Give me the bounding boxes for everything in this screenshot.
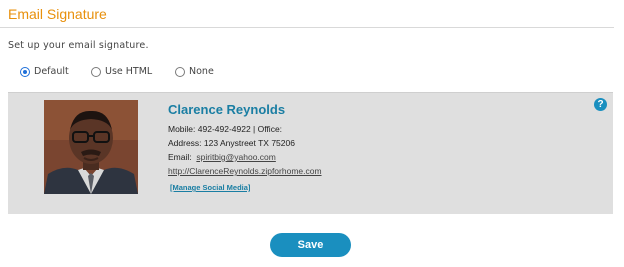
radio-none[interactable]: None [175, 66, 214, 77]
signature-phone: Mobile: 492-492-4922 | Office: [168, 124, 283, 134]
manage-social-media-link[interactable]: [Manage Social Media] [170, 183, 250, 192]
radio-none-circle[interactable] [175, 66, 185, 77]
signature-email-row: Email: spiritbig@yahoo.com [168, 152, 276, 162]
signature-preview: Clarence Reynolds Mobile: 492-492-4922 |… [8, 92, 613, 214]
radio-default-circle[interactable] [20, 66, 30, 77]
radio-none-label: None [189, 66, 214, 77]
signature-email-link[interactable]: spiritbig@yahoo.com [196, 152, 276, 162]
profile-photo [44, 100, 138, 194]
signature-website-row: http://ClarenceReynolds.zipforhome.com [168, 166, 322, 176]
radio-use-html-label: Use HTML [105, 66, 153, 77]
signature-address: Address: 123 Anystreet TX 75206 [168, 138, 295, 148]
radio-default-label: Default [34, 66, 69, 77]
signature-website-link[interactable]: http://ClarenceReynolds.zipforhome.com [168, 166, 322, 176]
page-title: Email Signature [8, 6, 107, 22]
save-button[interactable]: Save [270, 233, 351, 257]
radio-default[interactable]: Default [20, 66, 69, 77]
help-icon[interactable]: ? [594, 98, 607, 111]
radio-use-html-circle[interactable] [91, 66, 101, 77]
title-divider [0, 27, 614, 28]
signature-name: Clarence Reynolds [168, 102, 286, 117]
signature-email-label: Email: [168, 152, 192, 162]
intro-text: Set up your email signature. [8, 40, 149, 51]
radio-use-html[interactable]: Use HTML [91, 66, 152, 77]
